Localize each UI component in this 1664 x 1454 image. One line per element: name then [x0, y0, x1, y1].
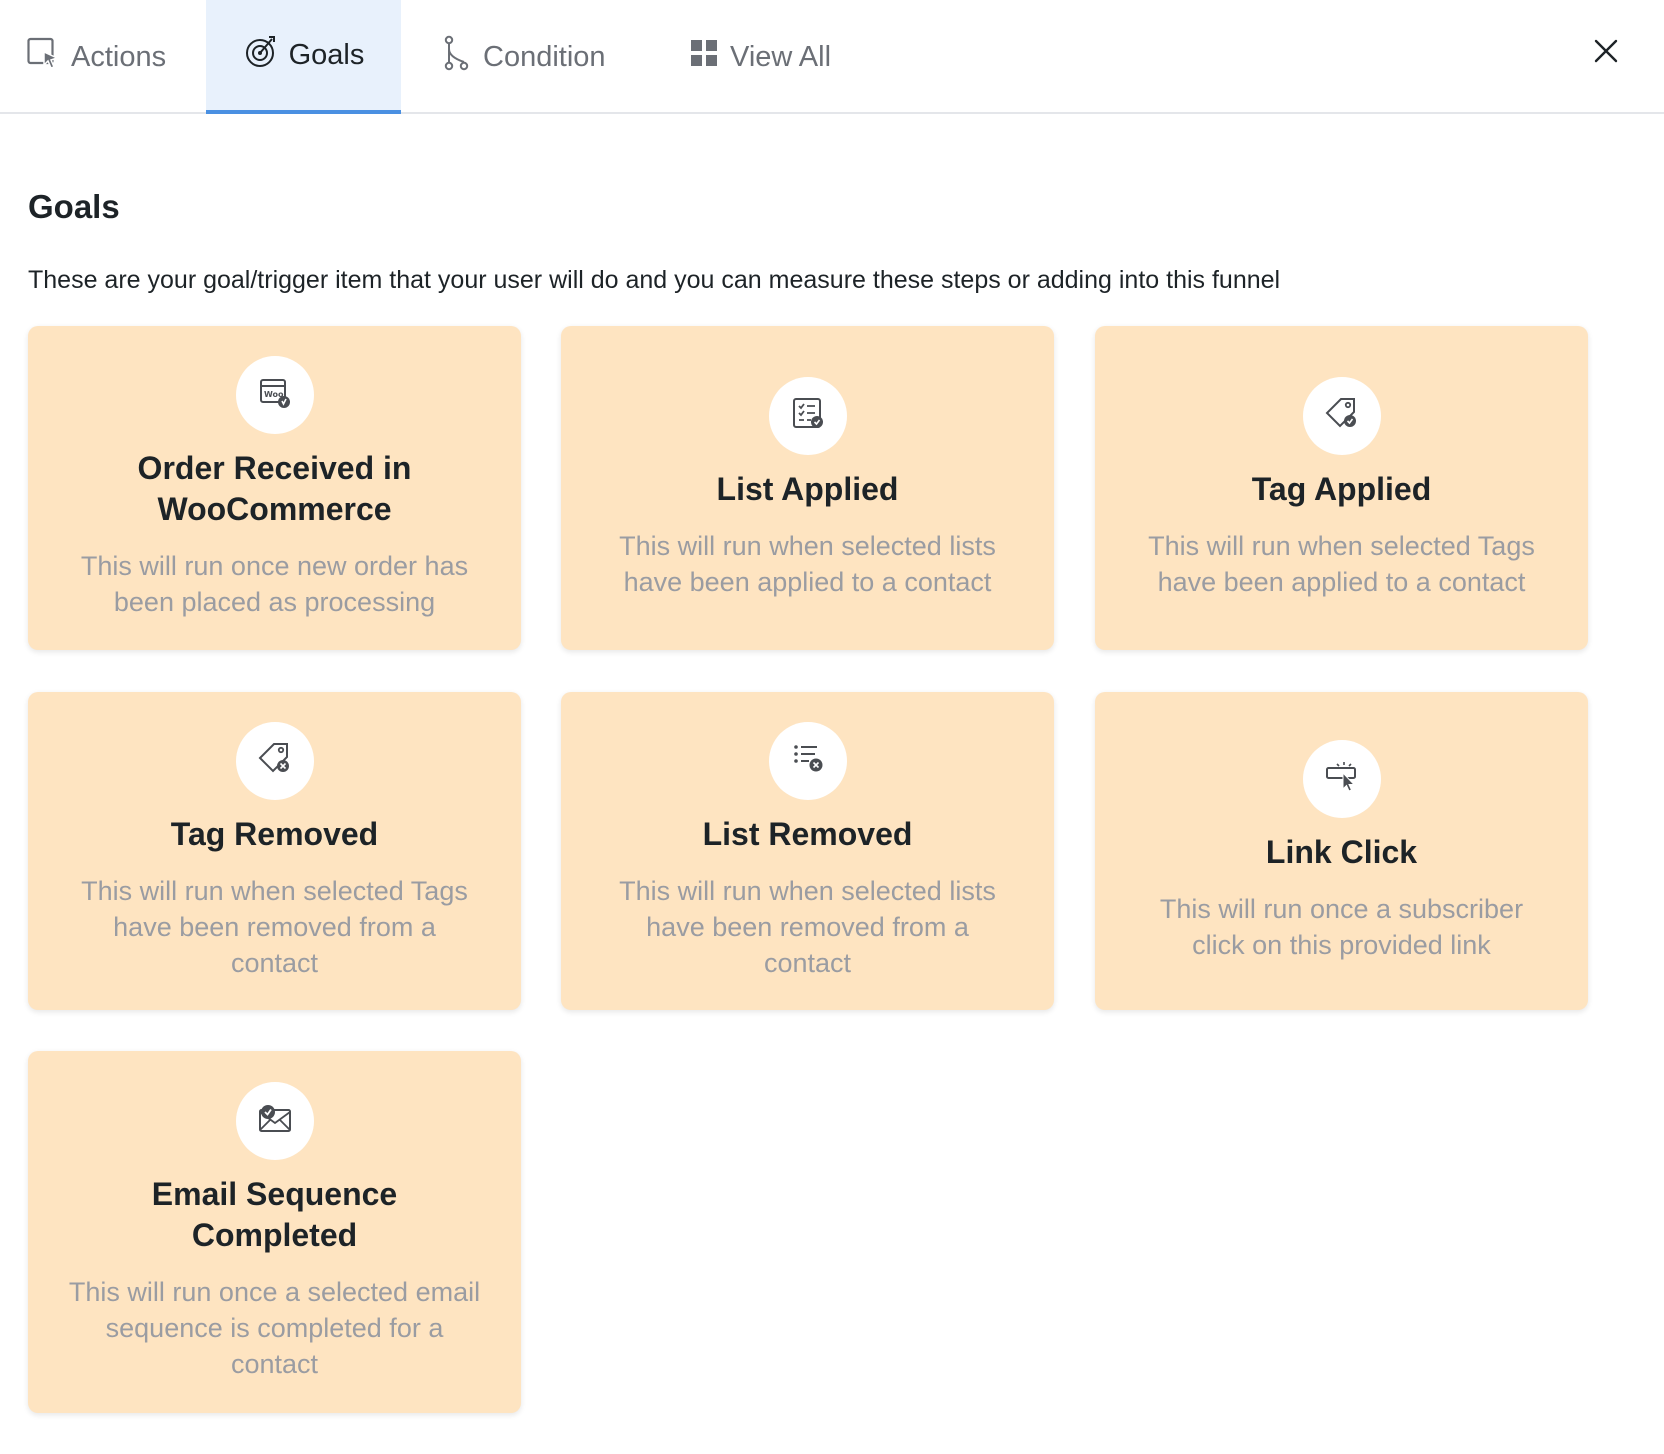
- actions-icon: [27, 36, 60, 78]
- card-title: List Removed: [702, 815, 913, 852]
- card-description: This will run once a subscriber click on…: [1159, 893, 1524, 960]
- card-icon-circle: [768, 376, 847, 455]
- goal-card-tag-applied[interactable]: Tag Applied This will run when selected …: [1095, 326, 1588, 650]
- card-description: This will run when selected lists have b…: [619, 875, 996, 978]
- tab-view-all[interactable]: View All: [690, 0, 850, 114]
- tab-condition[interactable]: Condition: [443, 0, 623, 114]
- card-title: Email Sequence Completed: [151, 1176, 398, 1253]
- goals-target-icon: [243, 34, 277, 76]
- card-icon-circle: [1302, 739, 1381, 818]
- woocommerce-order-icon: Woo: [258, 376, 292, 415]
- tag-check-icon: [1325, 396, 1359, 435]
- condition-branch-icon: [443, 35, 471, 79]
- card-icon-circle: [235, 721, 314, 800]
- tag-remove-icon: [258, 741, 292, 780]
- card-title: List Applied: [716, 470, 899, 507]
- card-title: Link Click: [1265, 833, 1418, 870]
- card-description: This will run when selected Tags have be…: [81, 875, 468, 978]
- email-check-icon: [257, 1102, 293, 1141]
- tab-actions-label: Actions: [71, 40, 167, 73]
- tab-bar: Actions Goals Condition View All: [0, 0, 1664, 114]
- card-icon-circle: [1302, 376, 1381, 455]
- card-description: This will run once new order has been pl…: [80, 551, 469, 617]
- tab-view-all-label: View All: [730, 40, 832, 73]
- card-icon-circle: Woo: [235, 356, 314, 434]
- card-title: Order Received in WooCommerce: [137, 450, 412, 527]
- card-title: Tag Applied: [1251, 470, 1432, 507]
- goal-card-list-removed[interactable]: List Removed This will run when selected…: [561, 692, 1054, 1010]
- goal-card-tag-removed[interactable]: Tag Removed This will run when selected …: [28, 692, 521, 1010]
- goal-card-list-applied[interactable]: List Applied This will run when selected…: [561, 326, 1054, 650]
- card-description: This will run when selected lists have b…: [619, 530, 996, 597]
- tab-actions[interactable]: Actions: [27, 0, 177, 114]
- page-title: Goals: [28, 188, 120, 225]
- list-check-icon: [791, 396, 825, 435]
- page-description: These are your goal/trigger item that yo…: [28, 266, 1281, 294]
- tab-goals-label: Goals: [288, 38, 365, 71]
- list-remove-icon: [791, 741, 825, 780]
- grid-icon: [690, 39, 718, 75]
- goal-card-order-received[interactable]: Woo Order Received in WooCommerce This w…: [28, 326, 521, 650]
- card-icon-circle: [235, 1082, 314, 1160]
- card-title: Tag Removed: [170, 815, 379, 852]
- goal-card-email-sequence-completed[interactable]: Email Sequence Completed This will run o…: [28, 1051, 521, 1413]
- tab-goals[interactable]: Goals: [206, 0, 401, 114]
- close-icon[interactable]: [1591, 36, 1621, 66]
- card-description: This will run when selected Tags have be…: [1148, 530, 1535, 597]
- card-description: This will run once a selected email sequ…: [68, 1277, 481, 1379]
- link-click-icon: [1325, 759, 1359, 798]
- card-icon-circle: [768, 721, 847, 800]
- tab-condition-label: Condition: [483, 40, 606, 73]
- goal-card-link-click[interactable]: Link Click This will run once a subscrib…: [1095, 692, 1588, 1010]
